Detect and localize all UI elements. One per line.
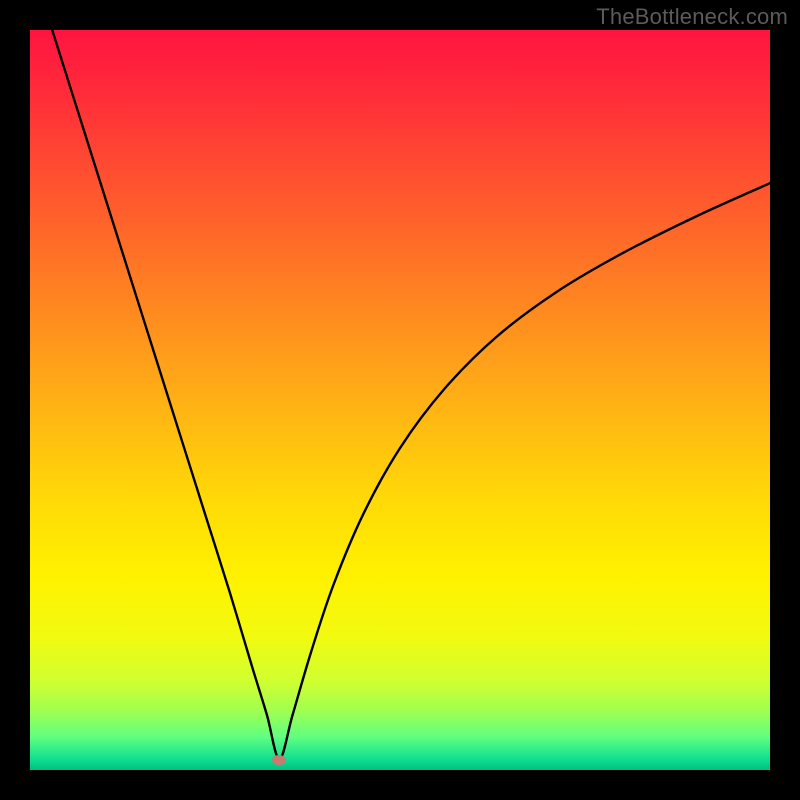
curve-layer	[30, 30, 770, 770]
bottleneck-curve	[52, 30, 770, 759]
watermark-text: TheBottleneck.com	[596, 4, 788, 30]
optimal-point-marker	[272, 755, 286, 765]
plot-area	[30, 30, 770, 770]
chart-frame: TheBottleneck.com	[0, 0, 800, 800]
